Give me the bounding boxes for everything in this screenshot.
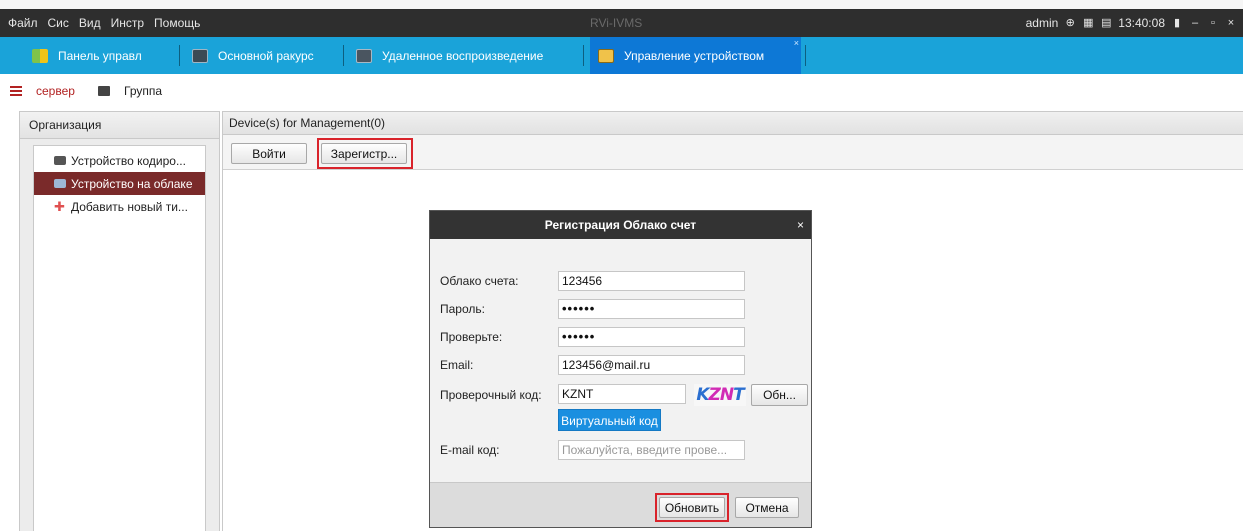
lock-icon[interactable]: ▮ (1171, 17, 1183, 29)
main-tab-bar: Панель управл Основной ракурс Удаленное … (0, 37, 1243, 74)
tab-label: Удаленное воспроизведение (382, 48, 544, 63)
menu-help[interactable]: Помощь (154, 16, 200, 30)
cancel-button[interactable]: Отмена (735, 497, 799, 518)
tab-label: Панель управл (58, 48, 142, 63)
tab-close-icon[interactable]: × (794, 38, 799, 48)
server-icon (10, 86, 22, 96)
main-view-icon (192, 48, 208, 63)
dialog-close-icon[interactable]: × (797, 211, 804, 239)
subtab-group[interactable]: Группа (98, 84, 162, 98)
captcha-label: Проверочный код: (440, 388, 542, 402)
dialog-title: Регистрация Облако счет (430, 211, 811, 239)
password-label: Пароль: (440, 302, 485, 316)
clock: 13:40:08 (1118, 16, 1165, 30)
minimize-icon[interactable]: – (1189, 17, 1201, 29)
restore-icon[interactable]: ▫ (1207, 17, 1219, 29)
cpu-icon[interactable]: ▤ (1100, 17, 1112, 29)
tab-separator (343, 45, 344, 66)
org-item-add-new-type[interactable]: ✚ Добавить новый ти... (34, 195, 205, 218)
device-management-icon (598, 48, 614, 63)
subtab-label: сервер (36, 84, 75, 98)
globe-icon[interactable]: ⊕ (1064, 17, 1076, 29)
tab-remote-playback[interactable]: Удаленное воспроизведение (348, 41, 551, 70)
organization-panel: Организация Устройство кодиро... Устройс… (19, 111, 220, 531)
account-label: Облако счета: (440, 274, 519, 288)
password-input[interactable]: •••••• (558, 299, 745, 319)
device-toolbar: Войти Зарегистр... (223, 135, 1243, 170)
top-cutoff-strip (0, 0, 1243, 9)
org-item-label: Добавить новый ти... (71, 199, 188, 214)
highlight-register (317, 138, 413, 169)
tab-dashboard[interactable]: Панель управл (24, 41, 150, 70)
captcha-image: KZNT (694, 384, 746, 406)
email-code-input[interactable]: Пожалуйста, введите прове... (558, 440, 745, 460)
app-window: { "menubar": { "items": ["Файл", "Сис", … (0, 0, 1243, 531)
add-icon: ✚ (54, 199, 65, 214)
sub-tab-bar: сервер Группа (0, 82, 1243, 104)
app-title: RVi-IVMS (590, 16, 643, 30)
captcha-image-text: KZNT (696, 385, 744, 405)
menu-system[interactable]: Сис (48, 16, 69, 30)
main-menu: Файл Сис Вид Инстр Помощь (8, 9, 200, 37)
tab-label: Основной ракурс (218, 48, 314, 63)
tab-separator (805, 45, 806, 66)
tab-separator (179, 45, 180, 66)
organization-list: Устройство кодиро... Устройство на облак… (33, 145, 206, 531)
confirm-password-label: Проверьте: (440, 330, 503, 344)
menu-bar: Файл Сис Вид Инстр Помощь RVi-IVMS admin… (0, 9, 1243, 37)
org-item-encoding-device[interactable]: Устройство кодиро... (34, 149, 205, 172)
confirm-password-input[interactable]: •••••• (558, 327, 745, 347)
subtab-label: Группа (124, 84, 163, 98)
email-code-label: E-mail код: (440, 443, 500, 457)
org-item-label: Устройство кодиро... (71, 153, 186, 168)
email-input[interactable]: 123456@mail.ru (558, 355, 745, 375)
dashboard-icon (32, 48, 48, 63)
cloud-device-icon (54, 179, 66, 188)
email-label: Email: (440, 358, 474, 372)
keyboard-icon[interactable]: ▦ (1082, 17, 1094, 29)
menu-view[interactable]: Вид (79, 16, 101, 30)
highlight-update (655, 493, 729, 522)
subtab-server[interactable]: сервер (10, 84, 75, 98)
captcha-input[interactable]: KZNT (558, 384, 686, 404)
cloud-registration-dialog: Регистрация Облако счет × Облако счета: … (429, 210, 812, 528)
close-icon[interactable]: × (1225, 17, 1237, 29)
organization-header: Организация (20, 112, 219, 139)
org-item-label: Устройство на облаке (71, 176, 193, 191)
tab-device-management[interactable]: Управление устройством × (590, 37, 801, 74)
org-item-cloud-device[interactable]: Устройство на облаке (34, 172, 205, 195)
encoder-device-icon (54, 156, 66, 165)
account-input[interactable]: 123456 (558, 271, 745, 291)
virtual-code-button[interactable]: Виртуальный код (558, 409, 661, 431)
dialog-footer: Обновить Отмена (430, 482, 811, 527)
menu-tools[interactable]: Инстр (111, 16, 144, 30)
playback-icon (356, 48, 372, 63)
device-list-header: Device(s) for Management(0) (223, 112, 1243, 135)
tab-separator (583, 45, 584, 66)
status-area: admin ⊕ ▦ ▤ 13:40:08 ▮ – ▫ × (1026, 9, 1237, 37)
menu-file[interactable]: Файл (8, 16, 38, 30)
login-button[interactable]: Войти (231, 143, 307, 164)
group-icon (98, 86, 110, 96)
captcha-refresh-button[interactable]: Обн... (751, 384, 808, 406)
tab-main-view[interactable]: Основной ракурс (184, 41, 322, 70)
username[interactable]: admin (1026, 16, 1059, 30)
tab-label: Управление устройством (624, 48, 765, 63)
